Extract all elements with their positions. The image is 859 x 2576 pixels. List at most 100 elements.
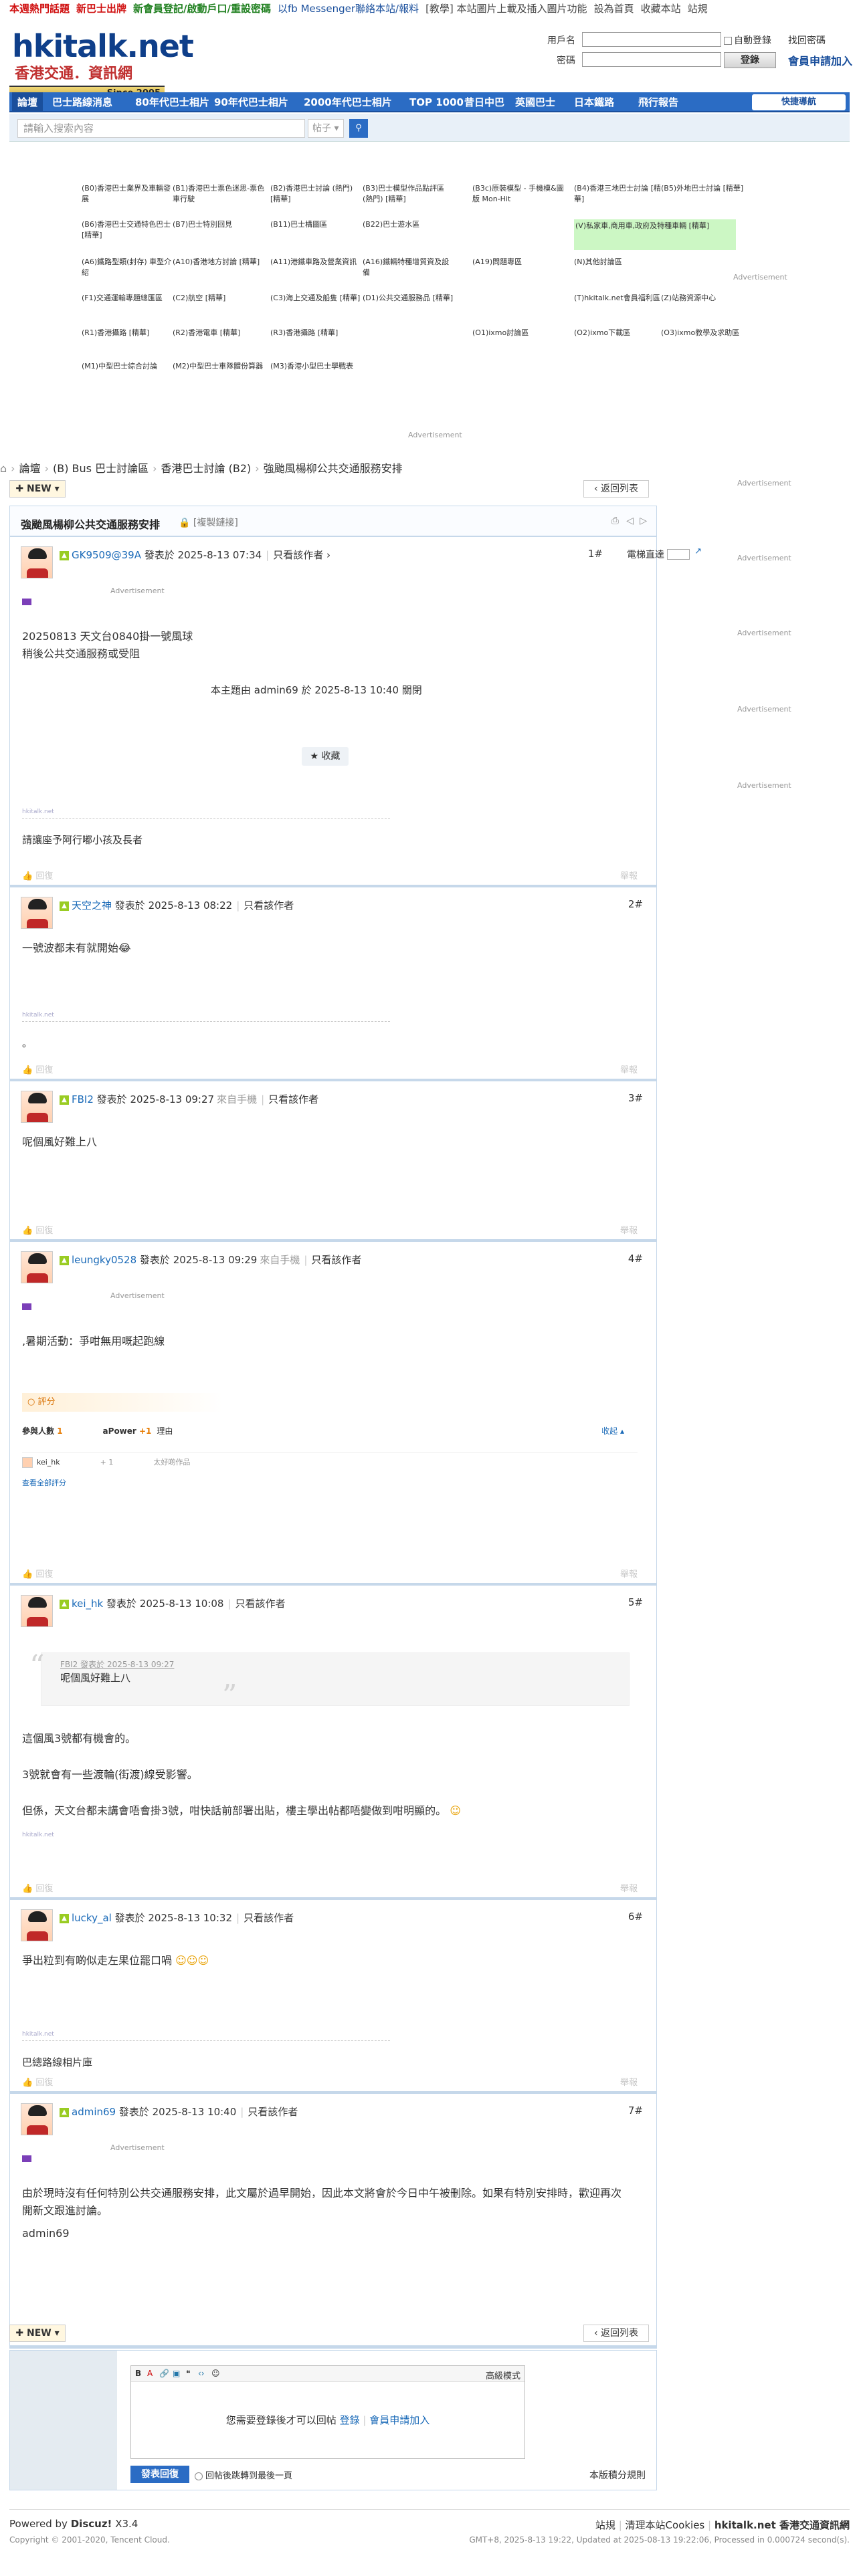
- forgot-password-link[interactable]: 找回密碼: [788, 33, 826, 47]
- back-to-list-button-bottom[interactable]: ‹ 返回列表: [583, 2325, 649, 2342]
- footer-link[interactable]: 站規: [595, 2519, 615, 2531]
- avatar[interactable]: [21, 1091, 53, 1123]
- reply-login-link[interactable]: 登錄: [340, 2414, 360, 2426]
- forum-link[interactable]: (M3)香港小型巴士學戰表: [270, 361, 364, 372]
- back-to-list-button[interactable]: ‹ 返回列表: [583, 480, 649, 498]
- only-author-link[interactable]: 只看該作者: [268, 1093, 318, 1105]
- login-button[interactable]: 登錄: [724, 52, 776, 68]
- forum-link[interactable]: (R2)香港電車 [精華]: [173, 328, 266, 338]
- return-last-page-checkbox[interactable]: 回帖後跳轉到最後一頁: [195, 2468, 292, 2481]
- forum-link[interactable]: (B4)香港三地巴士討論 [精華]: [574, 183, 668, 205]
- author-link[interactable]: FBI2: [72, 1093, 94, 1105]
- forum-link[interactable]: (O2)ixmo下載區: [574, 328, 668, 338]
- copy-link-button[interactable]: 🔒 [複製鏈接]: [179, 516, 238, 529]
- forum-link[interactable]: (M1)中型巴士綜合討論: [82, 361, 175, 372]
- forum-link[interactable]: (R3)香港攝路 [精華]: [270, 328, 364, 338]
- author-link[interactable]: admin69: [72, 2106, 116, 2118]
- forum-link[interactable]: (B6)香港巴士交通特色巴士 [精華]: [82, 219, 175, 241]
- nav-item[interactable]: 90年代巴士相片: [214, 92, 288, 112]
- author-link[interactable]: GK9509@39A: [72, 549, 141, 561]
- only-author-link[interactable]: 只看該作者: [311, 1254, 361, 1266]
- reply-link[interactable]: 👍 回復: [22, 1226, 53, 1236]
- only-author-link[interactable]: 只看該作者: [244, 1912, 294, 1924]
- forum-link[interactable]: (M2)中型巴士車隊體份算器: [173, 361, 266, 372]
- jump-floor-input[interactable]: [667, 549, 690, 560]
- advanced-mode-link[interactable]: 高級模式: [486, 2369, 520, 2381]
- forum-link[interactable]: (B22)巴士遊水區: [363, 219, 456, 230]
- only-author-link[interactable]: 只看該作者: [248, 2106, 298, 2118]
- reply-editor[interactable]: B A 🔗 ▣ ❝ ‹› ☺ 高級模式 您需要登錄後才可以回帖 登錄 | 會員申…: [130, 2365, 525, 2459]
- credit-rules-link[interactable]: 本版積分規則: [589, 2468, 646, 2482]
- view-all-ratings-link[interactable]: 查看全部評分: [22, 1477, 66, 1488]
- report-link[interactable]: 舉報: [620, 2075, 638, 2088]
- search-type-select[interactable]: 帖子 ▾: [308, 119, 344, 138]
- author-link[interactable]: kei_hk: [72, 1598, 103, 1610]
- font-color-icon[interactable]: A: [147, 2369, 153, 2378]
- reply-link[interactable]: 👍 回復: [22, 1065, 53, 1075]
- floor-number[interactable]: 4#: [628, 1253, 643, 1265]
- register-link[interactable]: 會員申請加入: [788, 52, 852, 68]
- nav-item[interactable]: 日本鐵路: [574, 92, 614, 112]
- forum-link[interactable]: (A11)港鐵車路及營業資訊: [270, 257, 364, 267]
- reply-link[interactable]: 👍 回復: [22, 1884, 53, 1894]
- forum-link[interactable]: (O3)ixmo教學及求助區: [661, 328, 755, 338]
- submit-reply-button[interactable]: 發表回復: [130, 2466, 189, 2483]
- print-icon[interactable]: ⎙: [611, 516, 619, 526]
- quick-nav-button[interactable]: 快捷導航: [752, 94, 846, 110]
- floor-number[interactable]: 5#: [628, 1596, 643, 1608]
- avatar[interactable]: [21, 1595, 53, 1627]
- next-thread-icon[interactable]: ▷: [640, 516, 647, 526]
- report-link[interactable]: 舉報: [620, 1223, 638, 1236]
- forum-link[interactable]: (A6)鐵路型類(封存) 車型介紹: [82, 257, 175, 278]
- breadcrumb-item[interactable]: 論壇: [19, 462, 41, 475]
- top-link[interactable]: 新會員登記/啟動戶口/重設密碼: [133, 3, 271, 15]
- report-link[interactable]: 舉報: [620, 869, 638, 881]
- forum-link[interactable]: (B3c)原裝模型 - 手機模&圖版 Mon-Hit: [472, 183, 566, 205]
- nav-item[interactable]: 80年代巴士相片: [135, 92, 209, 112]
- forum-link[interactable]: (A19)問題專區: [472, 257, 566, 267]
- floor-number[interactable]: 6#: [628, 1911, 643, 1923]
- reply-link[interactable]: 👍 回復: [22, 2078, 53, 2088]
- top-link[interactable]: 站規: [688, 3, 708, 15]
- author-link[interactable]: leungky0528: [72, 1254, 136, 1266]
- site-logo[interactable]: hkitalk.net 香港交通．資訊網 Since 2005: [9, 28, 194, 100]
- auto-login-checkbox[interactable]: 自動登錄: [724, 33, 771, 47]
- forum-link[interactable]: (N)其他討論區: [574, 257, 668, 267]
- nav-item[interactable]: TOP 1000: [409, 92, 464, 112]
- favorite-button[interactable]: ★ 收藏: [302, 747, 349, 766]
- nav-item[interactable]: 飛行報告: [638, 92, 678, 112]
- only-author-link[interactable]: 只看該作者: [273, 549, 323, 561]
- forum-link[interactable]: (B0)香港巴士業界及車輛發展: [82, 183, 175, 205]
- avatar[interactable]: [21, 1251, 53, 1283]
- forum-link[interactable]: (V)私家車,商用車,政府及特種車輛 [精華]: [574, 219, 736, 250]
- quote-author[interactable]: FBI2 發表於 2025-8-13 09:27: [60, 1658, 174, 1670]
- report-link[interactable]: 舉報: [620, 1063, 638, 1075]
- breadcrumb-item[interactable]: 香港巴士討論 (B2): [161, 462, 251, 475]
- forum-link[interactable]: (B1)香港巴士票色迷思-票色車行駛: [173, 183, 266, 205]
- floor-number[interactable]: 2#: [628, 898, 643, 910]
- reply-link[interactable]: 👍 回復: [22, 1570, 53, 1580]
- forum-link[interactable]: (C2)航空 [精華]: [173, 293, 266, 304]
- forum-link[interactable]: (B5)外地巴士討論 [精華]: [661, 183, 755, 194]
- new-post-button-bottom[interactable]: ✚ NEW ▾: [9, 2325, 66, 2342]
- only-author-link[interactable]: 只看該作者: [235, 1598, 286, 1610]
- rater-name[interactable]: kei_hk: [37, 1458, 60, 1467]
- forum-link[interactable]: (A16)鐵輛特種增貿資及設備: [363, 257, 456, 278]
- prev-thread-icon[interactable]: ◁: [626, 516, 634, 526]
- top-link[interactable]: [教學] 本站圖片上載及插入圖片功能: [425, 3, 587, 15]
- forum-link[interactable]: (R1)香港攝路 [精華]: [82, 328, 175, 338]
- new-post-button[interactable]: ✚ NEW ▾: [9, 480, 66, 498]
- avatar[interactable]: [21, 897, 53, 929]
- search-icon[interactable]: ⚲: [349, 119, 368, 138]
- only-author-link[interactable]: 只看該作者: [244, 899, 294, 911]
- reply-link[interactable]: 👍 回復: [22, 871, 53, 881]
- avatar[interactable]: [21, 546, 53, 578]
- bold-icon[interactable]: B: [135, 2369, 141, 2378]
- code-icon[interactable]: ‹›: [198, 2369, 205, 2378]
- forum-link[interactable]: (B2)香港巴士討論 (熱門) [精華]: [270, 183, 364, 205]
- image-icon[interactable]: ▣: [173, 2369, 180, 2378]
- forum-link[interactable]: (B11)巴士構圖區: [270, 219, 364, 230]
- author-link[interactable]: 天空之神: [72, 899, 112, 911]
- nav-item[interactable]: 昔日中巴: [464, 92, 504, 112]
- footer-link[interactable]: hkitalk.net 香港交通資訊網: [714, 2519, 850, 2531]
